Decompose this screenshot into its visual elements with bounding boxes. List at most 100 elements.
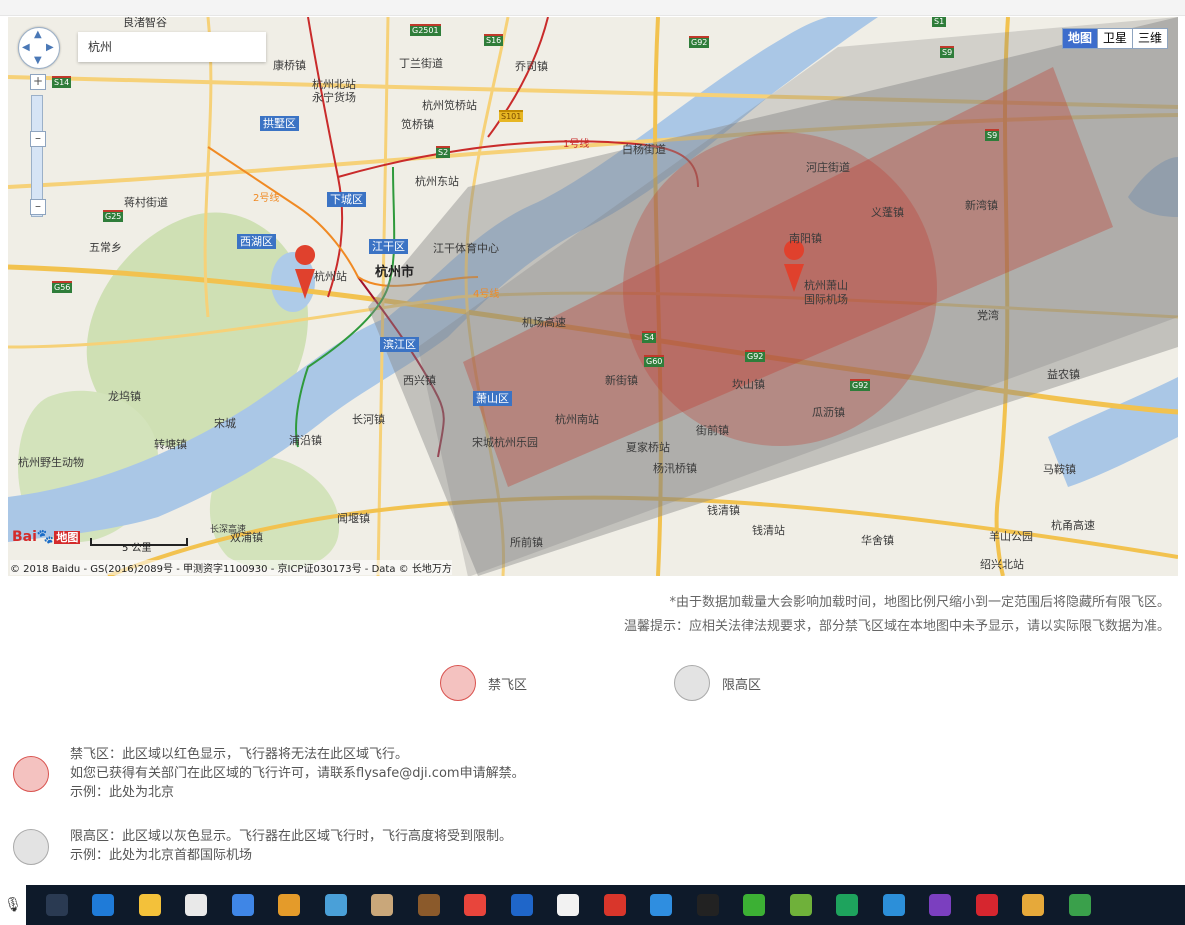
highway-shield: S14 [52,76,72,88]
no-fly-swatch [440,665,476,701]
zoom-in-button[interactable]: + [30,74,46,90]
tools-icon[interactable] [366,885,398,925]
feather-icon[interactable] [878,885,910,925]
place-label: 所前镇 [510,536,543,549]
microphone-icon[interactable]: 🎙 [0,885,26,925]
place-label: 杭州站 [314,270,347,283]
pan-control[interactable]: ▲ ▼ ◀ ▶ [18,27,60,69]
pan-left-icon[interactable]: ◀ [22,43,30,53]
place-label: 浦沿镇 [289,434,322,447]
district-label: 江干区 [369,239,408,254]
monitor-icon[interactable] [320,885,352,925]
place-label: 杨汛桥镇 [653,462,697,475]
place-label: 杭州南站 [555,413,599,426]
place-label: 南阳镇 [789,232,822,245]
place-label: 机场高速 [522,316,566,329]
place-label: 丁兰街道 [399,57,443,70]
place-label: 长深高速 [210,525,247,535]
map-type-3d[interactable]: 三维 [1131,29,1167,48]
package-icon-glyph [278,894,300,916]
highway-shield: S4 [642,331,657,343]
scale-label: 5 公里 [122,543,152,554]
file-explorer-icon[interactable] [134,885,166,925]
altitude-description: 限高区：此区域以灰色显示。飞行器在此区域飞行时，飞行高度将受到限制。 示例：此处… [13,827,512,865]
visual-studio-icon[interactable] [924,885,956,925]
highway-shield: S16 [484,34,504,46]
place-label: 白杨街道 [622,143,666,156]
sync-icon[interactable] [599,885,631,925]
place-label: 良渚智谷 [123,17,167,29]
feishu-icon-glyph [231,894,254,916]
notepad-icon-glyph [789,894,812,916]
zoom-handle[interactable]: – [30,131,46,147]
place-label: 国际机场 [804,293,848,306]
edge-icon-glyph [92,894,114,916]
monitor-icon-glyph [324,894,347,916]
zoom-out-button[interactable]: – [30,199,46,215]
highway-shield: G2501 [410,24,441,36]
place-label: 乔司镇 [515,60,548,73]
place-label: 羊山公园 [989,530,1033,543]
altitude-swatch [674,665,710,701]
feather-icon-glyph [882,894,905,916]
wps-sheet-icon[interactable] [831,885,863,925]
highway-shield: S2 [436,146,451,158]
baidu-logo[interactable]: Bai🐾 地图 [12,529,81,545]
sync-icon-glyph [603,894,626,916]
altitude-swatch [13,829,49,865]
place-label: 华舍镇 [861,534,894,547]
unity-icon[interactable] [692,885,724,925]
maxthon-icon-glyph [510,894,533,916]
top-bar [0,0,1185,16]
maxthon-icon[interactable] [506,885,538,925]
pan-down-icon[interactable]: ▼ [34,56,42,66]
highway-shield: S101 [499,110,524,122]
warm-tip: 温馨提示：应相关法律法规要求，部分禁飞区域在本地图中未予显示，请以实际限飞数据为… [623,619,1170,634]
paint-icon[interactable] [1017,885,1049,925]
place-label: 永宁货场 [312,91,356,104]
evernote-icon-glyph [1068,894,1091,916]
metro-label: 1号线 [563,139,590,150]
paw-icon: 🐾 [36,529,55,545]
chrome-icon[interactable] [459,885,491,925]
search-input[interactable]: 杭州 [78,32,266,62]
place-label: 江干体育中心 [433,242,499,255]
task-view-icon-glyph [45,894,68,916]
task-view-icon[interactable] [41,885,73,925]
visual-studio-icon-glyph [929,894,951,916]
district-label: 下城区 [327,192,366,207]
place-label: 坎山镇 [732,378,765,391]
wechat-icon[interactable] [738,885,770,925]
place-label: 康桥镇 [273,59,306,72]
mail-icon[interactable] [552,885,584,925]
mail-icon-glyph [557,894,579,916]
place-label: 绍兴北站 [980,558,1024,571]
map-copyright: © 2018 Baidu - GS(2016)2089号 - 甲测资字11009… [10,560,452,575]
edge-icon[interactable] [87,885,119,925]
place-label: 长河镇 [352,413,385,426]
metro-label: 4号线 [473,289,500,300]
evernote-icon[interactable] [1064,885,1096,925]
book-icon[interactable] [413,885,445,925]
pan-right-icon[interactable]: ▶ [46,43,54,53]
pan-up-icon[interactable]: ▲ [34,30,42,40]
map-type-map[interactable]: 地图 [1062,29,1097,48]
chrome-icon-glyph [464,894,486,916]
legend-no-fly: 禁飞区 [440,665,527,701]
place-label: 杭州野生动物 [18,456,84,469]
place-label: 街前镇 [696,424,729,437]
map-view[interactable]: 拱墅区 下城区 西湖区 江干区 滨江区 萧山区 杭州市 良渚智谷 康桥镇 杭州北… [8,17,1178,576]
paint-icon-glyph [1022,894,1044,916]
place-label: 杭甬高速 [1051,519,1095,532]
file-explorer-icon-glyph [138,894,161,916]
store-icon[interactable] [180,885,212,925]
highway-shield: S9 [940,46,955,58]
legend-altitude: 限高区 [674,665,761,701]
map-type-satellite[interactable]: 卫星 [1096,29,1132,48]
stamp-icon[interactable] [971,885,1003,925]
notepad-icon[interactable] [785,885,817,925]
feishu-icon[interactable] [227,885,259,925]
wps-writer-icon[interactable] [645,885,677,925]
place-label: 闻堰镇 [337,512,370,525]
package-icon[interactable] [273,885,305,925]
